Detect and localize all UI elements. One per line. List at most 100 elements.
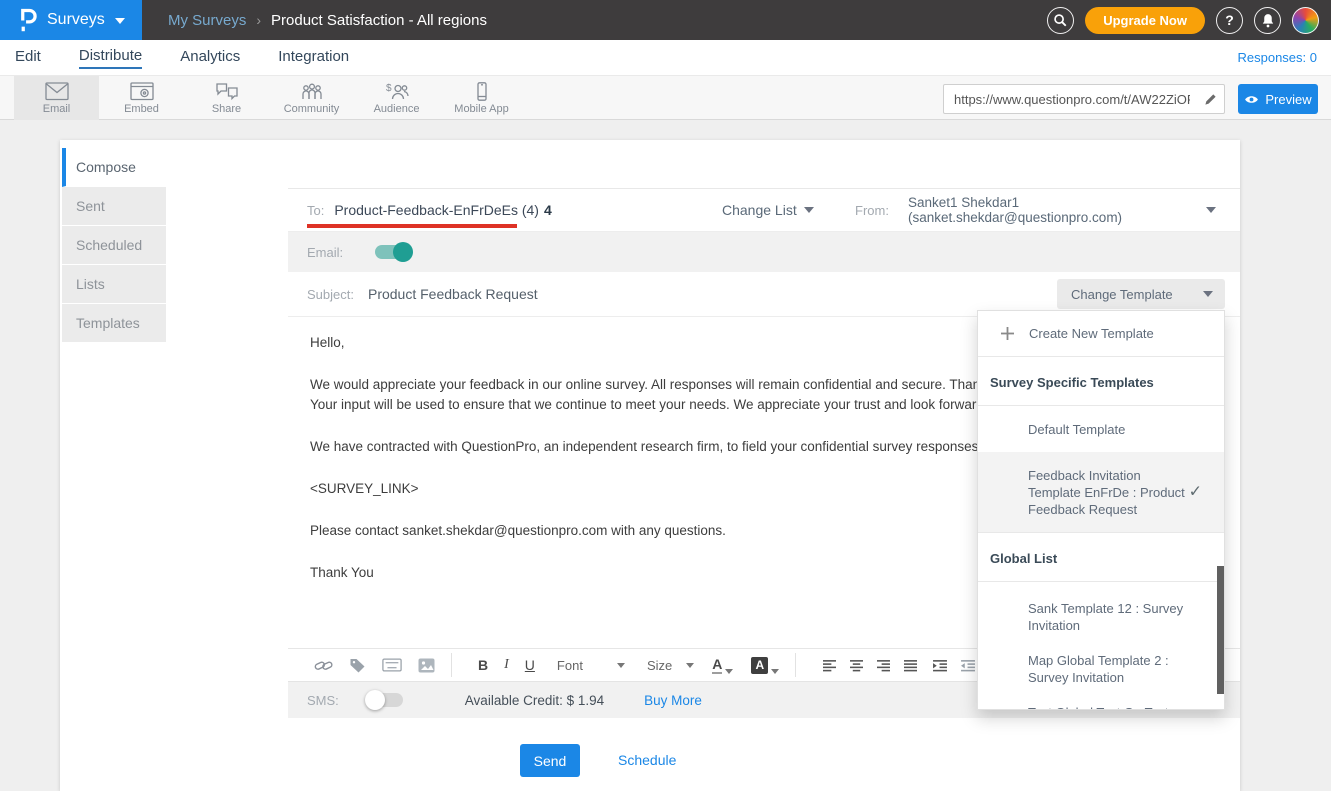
dropdown-scrollbar[interactable] xyxy=(1217,566,1224,694)
sidebar-item-lists[interactable]: Lists xyxy=(62,265,166,304)
recipient-count: 4 xyxy=(544,202,552,218)
channel-email[interactable]: Email xyxy=(14,76,99,120)
sidebar-item-compose[interactable]: Compose xyxy=(62,148,166,187)
create-new-template-label: Create New Template xyxy=(1029,326,1154,341)
section-header-global-list: Global List xyxy=(978,533,1224,582)
from-sender-value: Sanket1 Shekdar1 (sanket.shekdar@questio… xyxy=(908,195,1206,225)
align-center-icon xyxy=(849,659,864,672)
template-item-map-global-2[interactable]: Map Global Template 2 : Survey Invitatio… xyxy=(978,652,1224,686)
email-toggle[interactable] xyxy=(375,245,411,259)
svg-text:$: $ xyxy=(386,83,392,94)
available-credit: Available Credit: $ 1.94 xyxy=(465,693,604,708)
check-icon: ✓ xyxy=(1189,484,1202,501)
envelope-icon xyxy=(45,82,69,101)
tab-distribute[interactable]: Distribute xyxy=(79,47,142,69)
breadcrumb-my-surveys[interactable]: My Surveys xyxy=(168,12,246,29)
toggle-knob xyxy=(365,690,385,710)
text-color-button[interactable]: A xyxy=(712,657,733,674)
italic-button[interactable]: I xyxy=(504,657,509,673)
sidebar-item-templates[interactable]: Templates xyxy=(62,304,166,343)
change-template-button[interactable]: Change Template xyxy=(1057,279,1225,309)
merge-tag-button[interactable] xyxy=(349,657,366,673)
align-justify-button[interactable] xyxy=(903,659,918,672)
header-actions: Upgrade Now ? xyxy=(1047,0,1319,40)
pencil-icon xyxy=(1204,93,1217,106)
sidebar-item-scheduled[interactable]: Scheduled xyxy=(62,226,166,265)
tab-integration[interactable]: Integration xyxy=(278,48,349,68)
channel-embed[interactable]: Embed xyxy=(99,76,184,120)
chevron-down-icon xyxy=(617,663,625,668)
insert-image-button[interactable] xyxy=(418,658,435,673)
change-list-dropdown[interactable]: Change List xyxy=(722,202,814,218)
distribute-channel-bar: Email Embed Share xyxy=(0,75,1331,120)
template-item-feedback-invitation-selected[interactable]: Feedback Invitation Template EnFrDe : Pr… xyxy=(978,452,1224,532)
edit-url-button[interactable] xyxy=(1196,85,1224,113)
channel-label: Share xyxy=(212,103,241,115)
chevron-down-icon xyxy=(686,663,694,668)
breadcrumb-separator: › xyxy=(256,12,261,28)
email-toggle-row: Email: xyxy=(288,232,1240,272)
plus-icon xyxy=(1000,326,1015,341)
preview-button[interactable]: Preview xyxy=(1238,84,1318,114)
bold-button[interactable]: B xyxy=(478,657,488,673)
template-item-label: Test Global Test G : Test PAA G xyxy=(1028,704,1194,710)
align-left-icon xyxy=(822,659,837,672)
schedule-link[interactable]: Schedule xyxy=(618,752,676,768)
upgrade-now-button[interactable]: Upgrade Now xyxy=(1085,7,1205,34)
tag-icon xyxy=(349,657,366,673)
preview-label: Preview xyxy=(1265,92,1311,107)
template-item-default[interactable]: Default Template xyxy=(978,406,1224,452)
recipient-list-name[interactable]: Product-Feedback-EnFrDeEs (4) xyxy=(334,202,539,218)
font-size-select[interactable]: Size xyxy=(647,658,694,673)
to-label: To: xyxy=(307,203,324,218)
chevron-down-icon xyxy=(115,18,125,24)
tab-analytics[interactable]: Analytics xyxy=(180,48,240,68)
survey-url-input[interactable] xyxy=(944,92,1196,107)
questionpro-distribute-screen: Surveys My Surveys › Product Satisfactio… xyxy=(0,0,1331,791)
help-button[interactable]: ? xyxy=(1216,7,1243,34)
notifications-button[interactable] xyxy=(1254,7,1281,34)
keyboard-button[interactable] xyxy=(382,658,402,672)
template-item-sank-12[interactable]: Sank Template 12 : Survey Invitation xyxy=(978,600,1224,634)
indent-icon xyxy=(932,659,948,672)
indent-button[interactable] xyxy=(932,659,948,672)
highlight-color-button[interactable]: A xyxy=(751,657,779,674)
underline-button[interactable]: U xyxy=(525,657,535,673)
template-item-test-global-g[interactable]: Test Global Test G : Test PAA G xyxy=(978,704,1224,710)
channel-community[interactable]: Community xyxy=(269,76,354,120)
tab-edit[interactable]: Edit xyxy=(15,48,41,68)
chevron-down-icon xyxy=(1203,291,1213,297)
channel-audience[interactable]: $ Audience xyxy=(354,76,439,120)
from-label: From: xyxy=(855,203,889,218)
buy-more-link[interactable]: Buy More xyxy=(644,693,702,708)
create-new-template-item[interactable]: Create New Template xyxy=(978,311,1224,357)
channel-mobile-app[interactable]: Mobile App xyxy=(439,76,524,120)
chat-bubbles-icon xyxy=(215,82,239,101)
size-label: Size xyxy=(647,658,672,673)
send-button[interactable]: Send xyxy=(520,744,580,777)
align-left-button[interactable] xyxy=(822,659,837,672)
breadcrumb: My Surveys › Product Satisfaction - All … xyxy=(168,0,487,40)
toolbar-divider xyxy=(795,653,796,677)
font-family-select[interactable]: Font xyxy=(557,658,625,673)
top-header: Surveys My Surveys › Product Satisfactio… xyxy=(0,0,1331,40)
bell-icon xyxy=(1261,13,1275,28)
insert-link-button[interactable] xyxy=(314,658,333,673)
product-switcher[interactable]: Surveys xyxy=(0,0,142,40)
sms-toggle[interactable] xyxy=(367,693,403,707)
outdent-button[interactable] xyxy=(960,659,976,672)
align-right-button[interactable] xyxy=(876,659,891,672)
survey-url-box xyxy=(943,84,1225,114)
search-button[interactable] xyxy=(1047,7,1074,34)
sidebar-item-sent[interactable]: Sent xyxy=(62,187,166,226)
questionpro-logo-icon xyxy=(18,7,37,33)
align-center-button[interactable] xyxy=(849,659,864,672)
template-item-label: Default Template xyxy=(1028,421,1194,438)
channel-share[interactable]: Share xyxy=(184,76,269,120)
subject-input[interactable]: Product Feedback Request xyxy=(368,286,538,302)
breadcrumb-current-survey: Product Satisfaction - All regions xyxy=(271,12,487,29)
from-sender-dropdown[interactable]: Sanket1 Shekdar1 (sanket.shekdar@questio… xyxy=(908,195,1216,225)
eye-icon xyxy=(1244,94,1259,105)
font-label: Font xyxy=(557,658,583,673)
user-avatar[interactable] xyxy=(1292,7,1319,34)
